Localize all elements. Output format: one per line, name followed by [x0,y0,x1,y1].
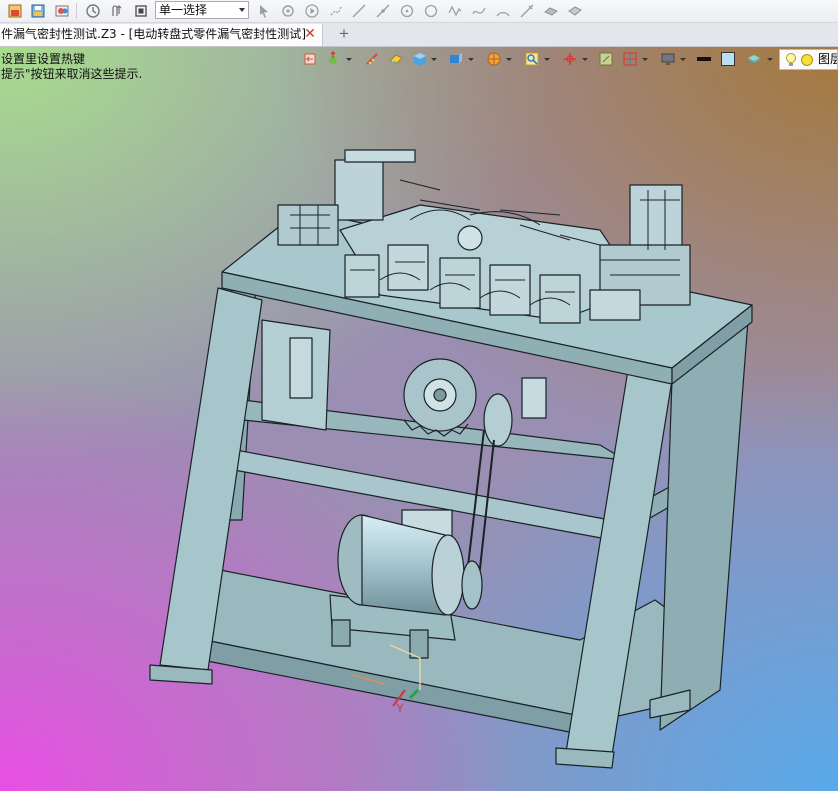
motor-foot-right [409,629,429,659]
turntable-hub [457,225,483,251]
rebuild-icon[interactable] [108,2,126,20]
left-station-bar [344,149,416,163]
selection-mode-dropdown[interactable]: 单一选择 [155,1,249,19]
left-fixture [277,204,339,246]
pointer-icon[interactable] [255,2,273,20]
circle-center-icon[interactable] [398,2,416,20]
left-station-block [334,159,384,221]
center-station-1 [387,244,429,291]
gearbox-center [433,388,447,402]
new-tab-icon[interactable]: + [336,25,352,43]
graphics-viewport[interactable]: 设置里设置热键 提示"按钮来取消这些提示. 图层 [0,47,838,791]
front-right-foot [555,747,615,769]
pick-filter-icon[interactable] [279,2,297,20]
save-icon[interactable] [29,2,47,20]
stop-icon[interactable] [132,2,150,20]
document-tab-bar: 件漏气密封性测试.Z3 - [电动转盘式零件漏气密封性测试] ✕ + [0,23,838,47]
line-dot-icon[interactable] [374,2,392,20]
polyline-icon[interactable] [446,2,464,20]
machine-assembly-model[interactable]: Y [0,47,838,791]
motor-front [431,534,465,616]
close-icon[interactable]: ✕ [303,27,317,42]
center-station-3 [489,264,531,316]
export-icon[interactable] [53,2,71,20]
history-icon[interactable] [84,2,102,20]
spline-icon[interactable] [470,2,488,20]
right-module [589,289,641,321]
file-icon[interactable] [6,2,24,20]
selection-mode-value: 单一选择 [159,3,208,17]
arc-icon[interactable] [494,2,512,20]
plane-icon[interactable] [566,2,584,20]
tab-document-title: 件漏气密封性测试.Z3 - [电动转盘式零件漏气密封性测试] [1,27,306,41]
y-axis-label: Y [396,701,404,715]
line-icon[interactable] [350,2,368,20]
circle-icon[interactable] [422,2,440,20]
tab-document[interactable]: 件漏气密封性测试.Z3 - [电动转盘式零件漏气密封性测试] ✕ [0,24,323,46]
tangent-line-icon[interactable] [518,2,536,20]
drive-pulley [483,393,513,447]
cylinder-left [289,337,313,399]
center-station-4 [539,274,581,324]
cylinder-right [521,377,547,419]
chevron-down-icon [239,8,245,12]
motor-foot-left [331,619,351,647]
main-toolbar: 单一选择 [0,0,838,23]
sketch-icon[interactable] [542,2,560,20]
center-station-5 [344,254,380,298]
point-icon[interactable] [327,2,345,20]
play-icon[interactable] [303,2,321,20]
motor-pulley [461,560,483,610]
